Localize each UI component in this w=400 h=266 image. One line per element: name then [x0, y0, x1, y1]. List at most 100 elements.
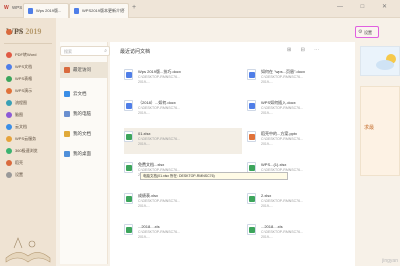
- file-path: C:\DESKTOP-RMNSC76...: [138, 137, 180, 141]
- promo-text: 求最: [364, 125, 375, 131]
- promo-card[interactable]: [360, 86, 400, 176]
- file-type-icon: [124, 162, 133, 173]
- sidebar-item-label: WPS演示: [15, 88, 33, 93]
- file-item[interactable]: 01.xlsx C:\DESKTOP-RMNSC76... 2019-...: [124, 128, 242, 154]
- file-date: 2019-...: [138, 235, 150, 239]
- file-path: C:\DESKTOP-RMNSC76...: [138, 230, 180, 234]
- file-type-icon: [247, 193, 256, 204]
- file-date: 2019-...: [138, 80, 150, 84]
- file-name: ...2018....xls: [138, 224, 160, 229]
- file-type-icon: [124, 131, 133, 142]
- watermark: jingyan: [382, 258, 398, 264]
- location-item[interactable]: 我的桌面: [60, 146, 108, 162]
- close-icon[interactable]: ✕: [122, 7, 125, 12]
- presentation-icon: [6, 88, 12, 94]
- sidebar-item-5[interactable]: 流程图: [4, 98, 54, 108]
- cloud-icon: [64, 91, 70, 97]
- sidebar-item-open[interactable]: 打开: [4, 27, 54, 37]
- sidebar-item-label: 360极速浏览: [15, 148, 38, 153]
- search-placeholder: 搜索: [64, 49, 72, 54]
- location-label: 最近访问: [73, 67, 91, 72]
- file-type-icon: [124, 193, 133, 204]
- weather-card[interactable]: [360, 46, 400, 76]
- sidebar-item-label: 设置: [15, 172, 23, 177]
- file-item[interactable]: ...2018....xls C:\DESKTOP-RMNSC76... 2019-…: [247, 221, 353, 247]
- file-path: C:\DESKTOP-RMNSC76...: [261, 137, 303, 141]
- computer-icon: [64, 111, 70, 117]
- file-path: C:\DESKTOP-RMNSC76...: [261, 106, 303, 110]
- location-item[interactable]: 我的文档: [60, 126, 108, 142]
- location-item[interactable]: 最近访问: [60, 62, 108, 78]
- file-path: C:\DESKTOP-RMNSC76...: [138, 75, 180, 79]
- mindmap-icon: [6, 112, 12, 118]
- file-type-icon: [124, 100, 133, 111]
- tab-document-1[interactable]: Wps 2019版...: [23, 3, 69, 18]
- wps-logo-icon: W: [4, 5, 9, 11]
- flowchart-icon: [6, 100, 12, 106]
- file-date: 2019-...: [261, 235, 273, 239]
- add-tab-button[interactable]: +: [132, 4, 136, 11]
- cloud-icon: [6, 124, 12, 130]
- sidebar-item-10[interactable]: 稻壳: [4, 158, 54, 168]
- location-label: 我的电脑: [73, 111, 91, 116]
- location-label: 云文档: [73, 91, 87, 96]
- sidebar-item-2[interactable]: WPS文档: [4, 62, 54, 72]
- sidebar-item-4[interactable]: WPS演示: [4, 86, 54, 96]
- sidebar-item-11[interactable]: 设置: [4, 170, 54, 180]
- file-type-icon: [247, 131, 256, 142]
- file-date: 2019-...: [261, 142, 273, 146]
- file-date: 2019-...: [138, 204, 150, 208]
- search-input[interactable]: 搜索 ⌕: [60, 46, 110, 56]
- file-item[interactable]: （2018）...如何.docx C:\DESKTOP-RMNSC76... 201…: [124, 97, 242, 123]
- sidebar-item-8[interactable]: WPS云服务: [4, 134, 54, 144]
- tab-document-2[interactable]: WPS2019版本更新介绍 ✕: [69, 3, 129, 18]
- file-path: C:\DESKTOP-RMNSC76...: [138, 106, 180, 110]
- spreadsheet-icon: [6, 76, 12, 82]
- file-item[interactable]: 如何在 "wps...页眉".docx C:\DESKTOP-RMNSC76...…: [247, 66, 353, 92]
- sidebar-item-9[interactable]: 360极速浏览: [4, 146, 54, 156]
- sidebar-item-6[interactable]: 脑图: [4, 110, 54, 120]
- file-type-icon: [247, 100, 256, 111]
- search-icon[interactable]: ⌕: [104, 48, 107, 54]
- file-type-icon: [247, 69, 256, 80]
- folder-icon: [64, 131, 70, 137]
- file-date: 2019-...: [261, 80, 273, 84]
- window-controls[interactable]: — □ ✕: [337, 3, 395, 10]
- file-name: WPS...(1).xlsx: [261, 162, 287, 167]
- file-item[interactable]: WPS如何插入.docx C:\DESKTOP-RMNSC76... 2019-..…: [247, 97, 353, 123]
- folder-icon: [6, 29, 12, 35]
- file-item[interactable]: 2.xlsx C:\DESKTOP-RMNSC76... 2019-...: [247, 190, 353, 216]
- sidebar-item-label: PDF转Word: [15, 52, 37, 57]
- file-item[interactable]: 稻壳中的...方案.pptx C:\DESKTOP-RMNSC76... 2019-…: [247, 128, 353, 154]
- gear-icon: [6, 172, 12, 178]
- pdf-icon: [6, 52, 12, 58]
- tab-label: Wps 2019版...: [36, 8, 62, 13]
- app-name[interactable]: WPS: [12, 5, 22, 10]
- location-label: 我的桌面: [73, 151, 91, 156]
- file-date: 2019-...: [138, 111, 150, 115]
- file-item[interactable]: Wps 2019版...技巧.docx C:\DESKTOP-RMNSC76...…: [124, 66, 242, 92]
- file-item[interactable]: ...2018....xls C:\DESKTOP-RMNSC76... 2019-…: [124, 221, 242, 247]
- sidebar-item-label: 打开: [15, 29, 23, 34]
- file-type-icon: [124, 224, 133, 235]
- sidebar-item-3[interactable]: WPS表格: [4, 74, 54, 84]
- file-path: C:\DESKTOP-RMNSC76...: [138, 199, 180, 203]
- sidebar-item-label: 流程图: [15, 100, 27, 105]
- settings-button[interactable]: ⚙ 设置: [355, 26, 379, 38]
- location-item[interactable]: 我的电脑: [60, 106, 108, 122]
- file-item[interactable]: 成绩表.xlsx C:\DESKTOP-RMNSC76... 2019-...: [124, 190, 242, 216]
- file-tooltip: 电脑文档(01.xlsx 所在: DESKTOP-RMNSC76): [140, 172, 288, 180]
- location-item[interactable]: 云文档: [60, 86, 108, 102]
- sidebar-item-1[interactable]: PDF转Word: [4, 50, 54, 60]
- desktop-icon: [64, 151, 70, 157]
- panel-title: 最近访问文档: [120, 49, 151, 55]
- gear-icon: ⚙: [358, 29, 363, 35]
- file-name: 2.xlsx: [261, 193, 272, 198]
- cloud-icon: [376, 54, 396, 70]
- file-type-icon: [124, 69, 133, 80]
- view-toggle-tools[interactable]: ⊞ ⊟ ⋯: [287, 47, 323, 53]
- docer-icon: [6, 160, 12, 166]
- file-name: ...2018....xls: [261, 224, 283, 229]
- sidebar-item-7[interactable]: 云文档: [4, 122, 54, 132]
- cloud-service-icon: [6, 136, 12, 142]
